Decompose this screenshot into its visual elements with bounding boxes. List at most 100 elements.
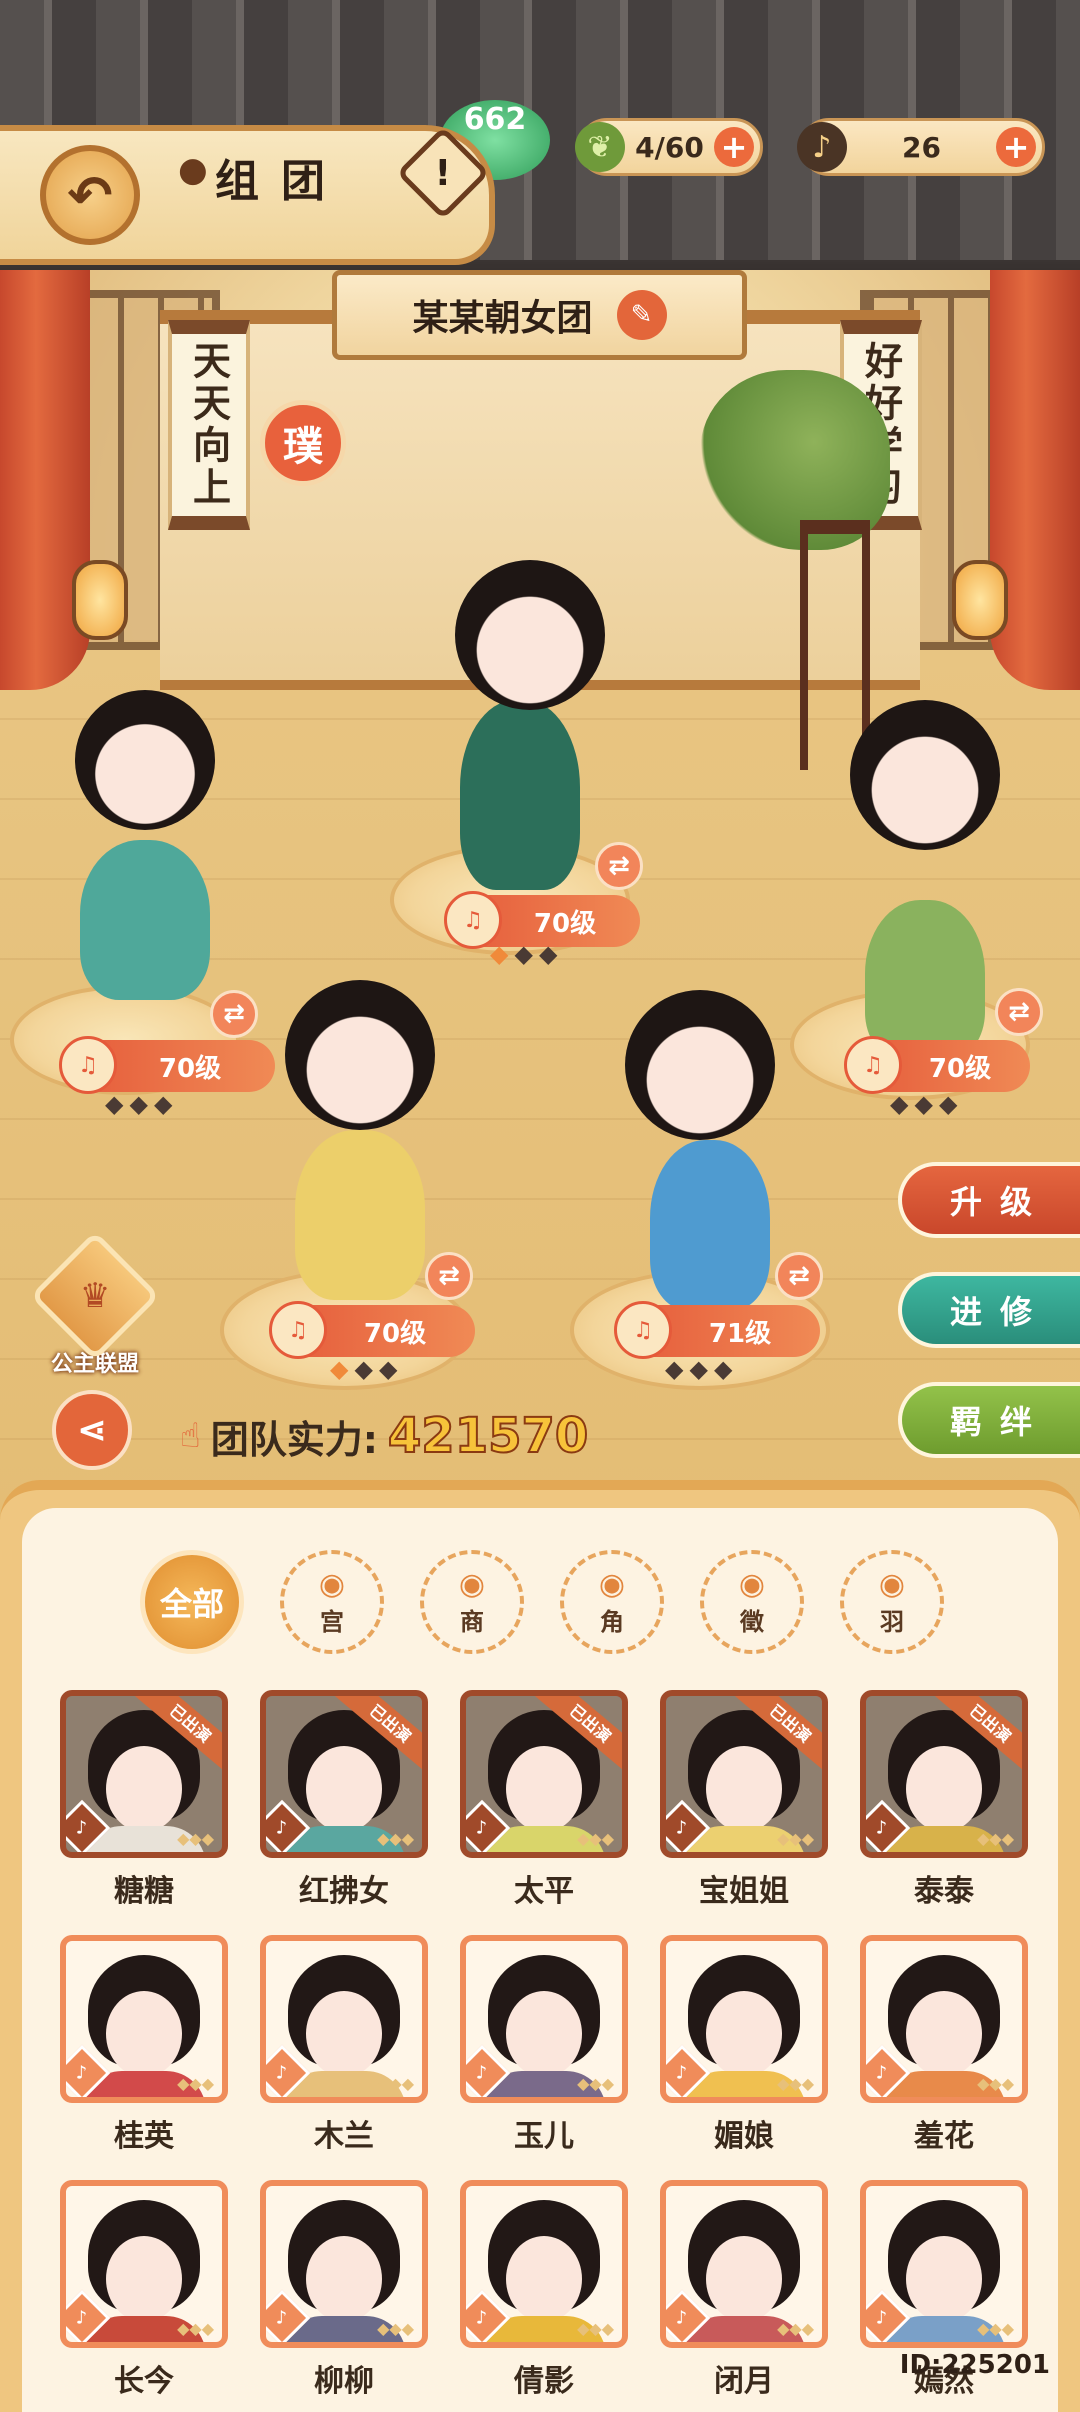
portrait-face xyxy=(906,2236,982,2322)
edit-name-icon[interactable]: ✎ xyxy=(616,290,667,340)
instrument-icon: ♫ xyxy=(59,1036,117,1094)
level-badge: ♫ 70级 xyxy=(269,1301,475,1359)
filter-tab[interactable]: 全部 xyxy=(140,1550,244,1654)
character-figure[interactable] xyxy=(865,900,985,1060)
character-figure[interactable] xyxy=(650,1140,770,1310)
character-card[interactable]: ♪ ◆◆◆ 已出演 xyxy=(260,1690,428,1858)
swap-member-icon[interactable]: ⇄ xyxy=(775,1252,823,1300)
team-power-value: 421570 xyxy=(387,1407,589,1465)
character-card[interactable]: ♪ ◆◆◆ xyxy=(860,2180,1028,2348)
character-name: 太平 xyxy=(514,1874,574,1909)
star-diamond-icon: ◆ xyxy=(890,1090,909,1118)
swap-member-icon[interactable]: ⇄ xyxy=(425,1252,473,1300)
add-leaf-button[interactable]: + xyxy=(714,127,754,167)
star-rating: ◆ ◆ ◆ xyxy=(890,1090,957,1120)
banner-left: 天天向上 xyxy=(168,320,250,530)
character-card[interactable]: ♪ ◆◆◆ 已出演 xyxy=(60,1690,228,1858)
page-title: 组团 xyxy=(215,156,347,207)
instrument-icon: ♫ xyxy=(614,1301,672,1359)
user-id: ID:225201 xyxy=(899,2350,1050,2380)
character-name: 宝姐姐 xyxy=(699,1874,789,1909)
character-name: 红拂女 xyxy=(299,1874,389,1909)
star-diamond-icon: ◆ xyxy=(490,940,509,968)
star-rating: ◆ ◆ ◆ xyxy=(105,1090,172,1120)
character-card[interactable]: ♪ ◆◆◆ xyxy=(60,2180,228,2348)
leaf-icon: ❦ xyxy=(575,122,625,172)
star-diamond-icon: ◆ xyxy=(105,1090,124,1118)
level-badge: ♫ 71级 xyxy=(614,1301,820,1359)
character-figure[interactable] xyxy=(460,700,580,890)
flute-icon: ◉ xyxy=(878,1567,906,1602)
mini-star-rating: ◆◆◆ xyxy=(777,2074,814,2093)
mini-star-rating: ◆◆◆ xyxy=(577,1829,614,1848)
filter-tab-label: 徵 xyxy=(740,1608,764,1636)
microphone-count: 26 xyxy=(902,130,941,164)
character-head xyxy=(285,980,435,1130)
mini-star-rating: ◆◆◆ xyxy=(777,1829,814,1848)
swap-member-icon[interactable]: ⇄ xyxy=(995,988,1043,1036)
character-card[interactable]: ♪ ◆◆◆ xyxy=(460,2180,628,2348)
character-card[interactable]: ♪ ◆◆◆ 已出演 xyxy=(860,1690,1028,1858)
advance-button[interactable]: 进修 xyxy=(898,1272,1080,1348)
upgrade-button[interactable]: 升级 xyxy=(898,1162,1080,1238)
bond-button[interactable]: 羁绊 xyxy=(898,1382,1080,1458)
alliance-icon: ♛ xyxy=(29,1230,161,1362)
filter-tab[interactable]: ◉ 商 xyxy=(420,1550,524,1654)
portrait-face xyxy=(706,1991,782,2077)
character-card[interactable]: ♪ ◆◆◆ xyxy=(60,1935,228,2103)
character-card[interactable]: ♪ ◆◆◆ xyxy=(260,1935,428,2103)
swap-member-icon[interactable]: ⇄ xyxy=(210,990,258,1038)
star-rating: ◆ ◆ ◆ xyxy=(330,1355,397,1385)
character-figure[interactable] xyxy=(295,1130,425,1300)
swap-member-icon[interactable]: ⇄ xyxy=(595,842,643,890)
team-name-plaque: 某某朝女团 ✎ xyxy=(332,270,747,360)
mini-star-rating: ◆◆◆ xyxy=(577,2074,614,2093)
portrait-face xyxy=(306,1746,382,1832)
filter-tab[interactable]: ◉ 徵 xyxy=(700,1550,804,1654)
filter-tab[interactable]: ◉ 羽 xyxy=(840,1550,944,1654)
add-microphone-button[interactable]: + xyxy=(996,127,1036,167)
mini-star-rating: ◆◆◆ xyxy=(777,2319,814,2338)
microphone-icon: ♪ xyxy=(797,122,847,172)
character-card[interactable]: ♪ ◆◆◆ xyxy=(460,1935,628,2103)
princess-alliance-button[interactable]: ♛ 公主联盟 xyxy=(29,1230,161,1378)
level-text: 70级 xyxy=(928,1053,992,1084)
level-text: 70级 xyxy=(158,1053,222,1084)
character-card[interactable]: ♪ ◆◆◆ xyxy=(660,2180,828,2348)
portrait-face xyxy=(506,1991,582,2077)
character-card[interactable]: ♪ ◆◆◆ xyxy=(660,1935,828,2103)
character-name: 倩影 xyxy=(514,2364,574,2399)
share-button[interactable]: ⋖ xyxy=(52,1390,132,1470)
team-emblem[interactable]: 璞 xyxy=(260,400,346,486)
character-card[interactable]: ♪ ◆◆◆ xyxy=(260,2180,428,2348)
character-card[interactable]: ♪ ◆◆◆ 已出演 xyxy=(660,1690,828,1858)
star-rating: ◆ ◆ ◆ xyxy=(490,940,557,970)
back-button[interactable]: ↶ xyxy=(40,145,140,245)
mini-star-rating: ◆◆◆ xyxy=(177,2319,214,2338)
star-diamond-icon: ◆ xyxy=(330,1355,349,1383)
instrument-icon: ♫ xyxy=(269,1301,327,1359)
character-card[interactable]: ♪ ◆◆◆ xyxy=(860,1935,1028,2103)
level-badge: ♫ 70级 xyxy=(59,1036,275,1094)
character-name: 泰泰 xyxy=(914,1874,974,1909)
character-head xyxy=(850,700,1000,850)
lantern-left xyxy=(72,560,128,640)
character-head xyxy=(455,560,605,710)
portrait-face xyxy=(306,1991,382,2077)
character-card[interactable]: ♪ ◆◆◆ 已出演 xyxy=(460,1690,628,1858)
mini-star-rating: ◆◆◆ xyxy=(177,2074,214,2093)
character-name: 媚娘 xyxy=(714,2119,774,2154)
filter-tab[interactable]: ◉ 角 xyxy=(560,1550,664,1654)
star-diamond-icon: ◆ xyxy=(713,1355,733,1383)
mini-star-rating: ◆◆◆ xyxy=(977,1829,1014,1848)
filter-tab[interactable]: ◉ 宫 xyxy=(280,1550,384,1654)
level-text: 71级 xyxy=(708,1318,772,1349)
portrait-face xyxy=(106,1746,182,1832)
team-name: 某某朝女团 xyxy=(412,298,593,339)
character-figure[interactable] xyxy=(80,840,210,1000)
star-diamond-icon: ◆ xyxy=(689,1355,708,1383)
resource-microphone: ♪ 26 + xyxy=(797,118,1045,176)
clapper-icon: ◉ xyxy=(598,1567,626,1602)
location-pin-icon: ● xyxy=(178,150,208,190)
star-diamond-icon: ◆ xyxy=(938,1090,958,1118)
